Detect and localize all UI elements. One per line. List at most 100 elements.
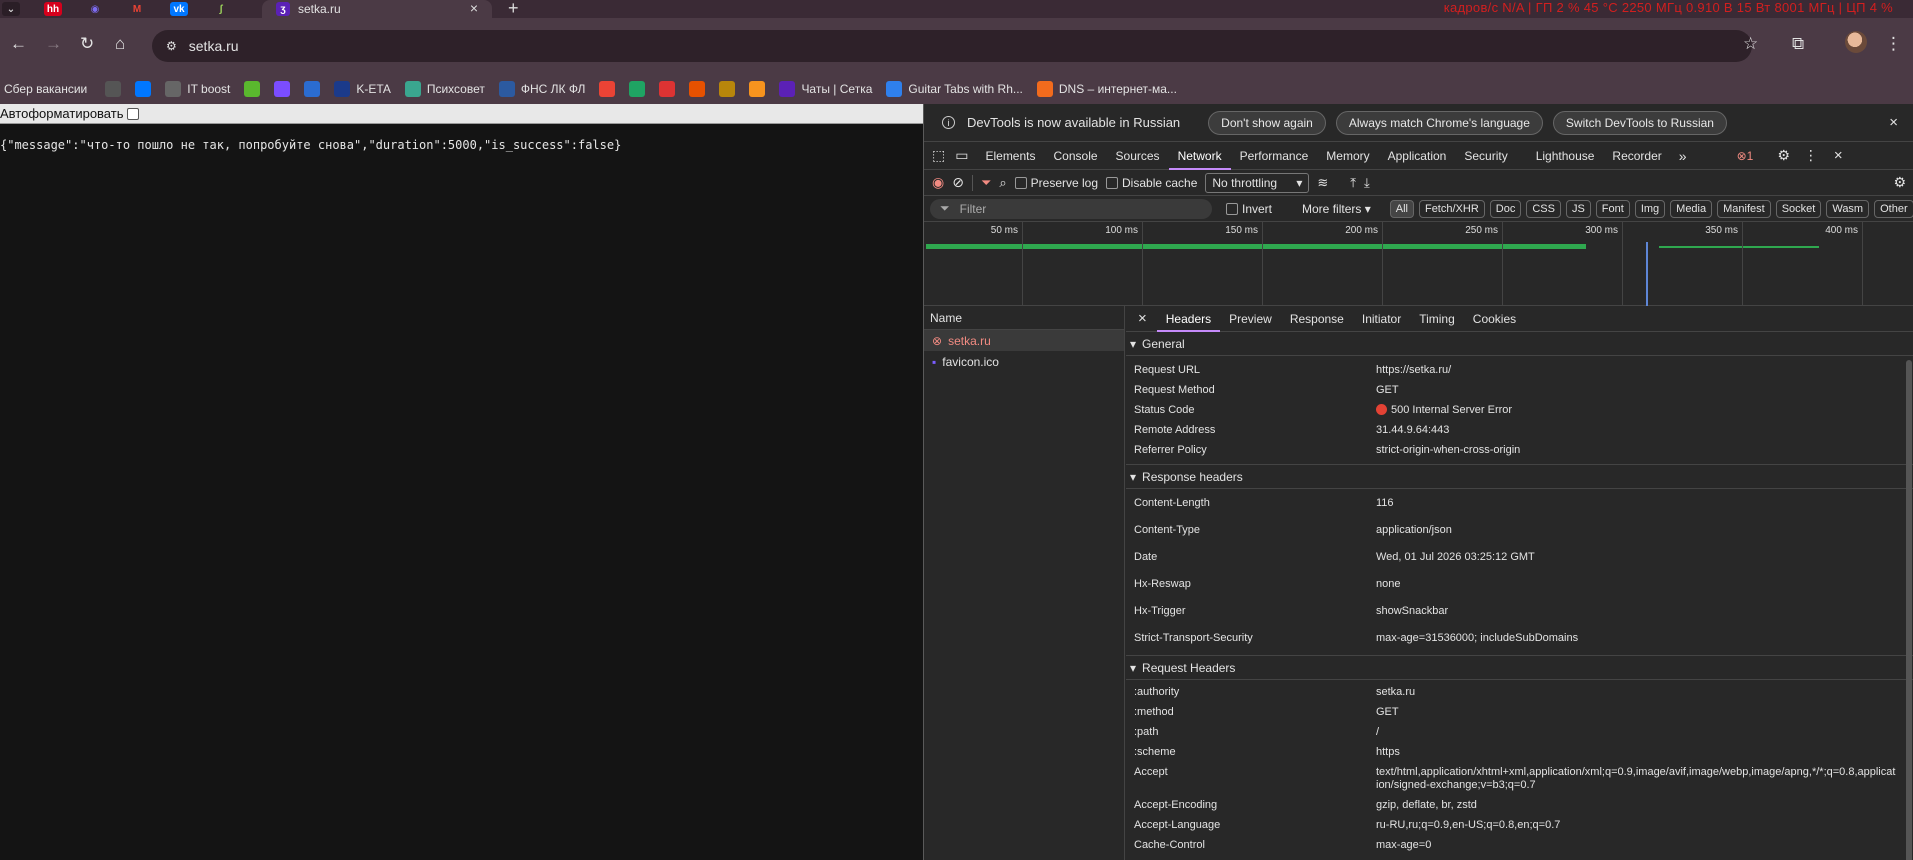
devtools-tab-security[interactable]: Security [1455, 142, 1516, 170]
type-filter-font[interactable]: Font [1595, 199, 1630, 218]
filter-funnel-icon[interactable]: ⏷ [981, 175, 991, 191]
throttling-select[interactable]: No throttling ▾ [1205, 172, 1310, 193]
inspect-element-icon[interactable]: ⬚ [924, 147, 951, 164]
bookmark-item[interactable]: Сбер вакансии [4, 82, 87, 96]
devtools-tab-elements[interactable]: Elements [976, 142, 1044, 170]
bookmark-item[interactable] [274, 81, 291, 97]
bookmark-item[interactable] [629, 81, 646, 97]
devtools-tab-memory[interactable]: Memory [1317, 142, 1378, 170]
detail-tab-initiator[interactable]: Initiator [1353, 306, 1410, 332]
filter-input[interactable]: ⏷ Filter [930, 198, 1212, 219]
more-tabs-icon[interactable]: » [1671, 148, 1695, 164]
name-column-header[interactable]: Name [924, 306, 1124, 330]
type-filter-img[interactable]: Img [1634, 199, 1666, 218]
bookmark-item[interactable] [135, 81, 152, 97]
type-filter-wasm[interactable]: Wasm [1826, 199, 1870, 218]
devtools-tab-recorder[interactable]: Recorder [1603, 142, 1670, 170]
request-row[interactable]: ⊗ setka.ru [924, 330, 1124, 351]
type-filter-js[interactable]: JS [1565, 199, 1591, 218]
devtools-tab-application[interactable]: Application [1379, 142, 1456, 170]
network-settings-icon[interactable]: ⚙ [1893, 174, 1906, 191]
detail-tab-headers[interactable]: Headers [1156, 306, 1221, 332]
bookmark-item[interactable] [105, 81, 122, 97]
bookmark-item[interactable] [244, 81, 261, 97]
profile-avatar[interactable] [1845, 31, 1867, 53]
gmail-tab-favicon-icon[interactable]: M [128, 2, 146, 16]
address-bar[interactable]: ⚙ setka.ru [152, 30, 1752, 62]
bookmark-item[interactable]: Чаты | Сетка [779, 81, 872, 97]
error-count-badge[interactable]: ⊗1 [1737, 149, 1754, 163]
bookmark-item[interactable] [599, 81, 616, 97]
new-tab-button[interactable]: + [508, 0, 519, 19]
response-headers-section-header[interactable]: ▾ Response headers [1126, 465, 1913, 489]
bookmark-item[interactable] [659, 81, 676, 97]
type-filter-all[interactable]: All [1389, 199, 1414, 218]
switch-language-button[interactable]: Switch DevTools to Russian [1552, 110, 1727, 135]
type-filter-doc[interactable]: Doc [1489, 199, 1522, 218]
disable-cache-checkbox[interactable]: Disable cache [1106, 176, 1197, 190]
infobar-close-icon[interactable]: × [1889, 114, 1898, 131]
devtools-tab-performance[interactable]: Performance [1231, 142, 1318, 170]
network-timeline[interactable]: 50 ms 100 ms 150 ms 200 ms 250 ms 300 ms 350 m… [924, 222, 1913, 306]
tab-close-icon[interactable]: × [470, 0, 478, 16]
menu-kebab-icon[interactable]: ⋮ [1885, 34, 1902, 54]
leaf-tab-favicon-icon[interactable]: ʃ [212, 2, 230, 16]
vk-tab-favicon-icon[interactable]: vk [170, 2, 188, 16]
import-har-icon[interactable]: ⤒ [1350, 175, 1356, 191]
details-close-icon[interactable]: × [1126, 310, 1157, 327]
devtools-tab-sources[interactable]: Sources [1107, 142, 1169, 170]
more-filters-dropdown[interactable]: More filters ▾ [1302, 202, 1371, 216]
search-icon[interactable]: ⌕ [999, 175, 1006, 191]
reload-icon[interactable]: ↻ [80, 34, 94, 54]
bookmark-item[interactable]: Психсовет [404, 81, 485, 97]
type-filter-fetch-xhr[interactable]: Fetch/XHR [1418, 199, 1485, 218]
bookmark-item[interactable] [719, 81, 736, 97]
type-filter-other[interactable]: Other [1874, 199, 1913, 218]
details-scrollbar[interactable] [1906, 360, 1912, 860]
devtools-menu-icon[interactable]: ⋮ [1804, 147, 1818, 164]
record-stop-icon[interactable]: ◉ [932, 174, 944, 191]
type-filter-media[interactable]: Media [1670, 199, 1713, 218]
general-section-header[interactable]: ▾ General [1126, 332, 1913, 356]
bookmark-item[interactable]: IT boost [165, 81, 230, 97]
clear-icon[interactable]: ⊘ [952, 174, 964, 191]
extensions-icon[interactable]: ⧉ [1792, 34, 1804, 54]
devtools-tab-console[interactable]: Console [1045, 142, 1107, 170]
type-filter-css[interactable]: CSS [1526, 199, 1561, 218]
bookmark-item[interactable] [689, 81, 706, 97]
detail-tab-timing[interactable]: Timing [1410, 306, 1464, 332]
dont-show-again-button[interactable]: Don't show again [1208, 110, 1326, 135]
invert-checkbox[interactable]: Invert [1226, 202, 1272, 216]
back-arrow-icon[interactable]: ← [10, 34, 27, 54]
active-tab[interactable]: ʒ setka.ru × [262, 0, 492, 18]
detail-tab-preview[interactable]: Preview [1220, 306, 1281, 332]
export-har-icon[interactable]: ⤓ [1364, 175, 1370, 191]
tor-tab-favicon-icon[interactable]: ◉ [86, 2, 104, 16]
type-filter-manifest[interactable]: Manifest [1717, 199, 1771, 218]
autoformat-checkbox[interactable] [127, 107, 140, 120]
bookmark-item[interactable]: ФНС ЛК ФЛ [498, 81, 585, 97]
hh-tab-favicon-icon[interactable]: hh [44, 2, 62, 16]
bookmark-item[interactable]: DNS – интернет-ма... [1036, 81, 1177, 97]
preserve-log-checkbox[interactable]: Preserve log [1014, 176, 1098, 190]
request-headers-section-header[interactable]: ▾ Request Headers [1126, 656, 1913, 680]
type-filter-socket[interactable]: Socket [1775, 199, 1822, 218]
bookmark-item[interactable] [304, 81, 321, 97]
bookmark-star-icon[interactable]: ☆ [1743, 34, 1758, 54]
devtools-close-icon[interactable]: × [1834, 147, 1843, 164]
match-language-button[interactable]: Always match Chrome's language [1335, 110, 1543, 135]
bookmark-item[interactable]: Guitar Tabs with Rh... [886, 81, 1023, 97]
network-conditions-icon[interactable]: ≋ [1317, 175, 1328, 191]
detail-tab-response[interactable]: Response [1281, 306, 1353, 332]
forward-arrow-icon[interactable]: → [45, 34, 62, 54]
site-info-icon[interactable]: ⚙ [166, 39, 177, 53]
tab-list-chevron-icon[interactable]: ⌄ [2, 2, 20, 16]
devtools-tab-network[interactable]: Network [1168, 142, 1231, 170]
devtools-tab-lighthouse[interactable]: Lighthouse [1527, 142, 1604, 170]
request-row[interactable]: ▪ favicon.ico [924, 351, 1124, 372]
detail-tab-cookies[interactable]: Cookies [1464, 306, 1525, 332]
device-toolbar-icon[interactable]: ▭ [951, 147, 976, 164]
settings-gear-icon[interactable]: ⚙ [1777, 147, 1790, 164]
bookmark-item[interactable] [749, 81, 766, 97]
home-icon[interactable]: ⌂ [115, 34, 125, 54]
